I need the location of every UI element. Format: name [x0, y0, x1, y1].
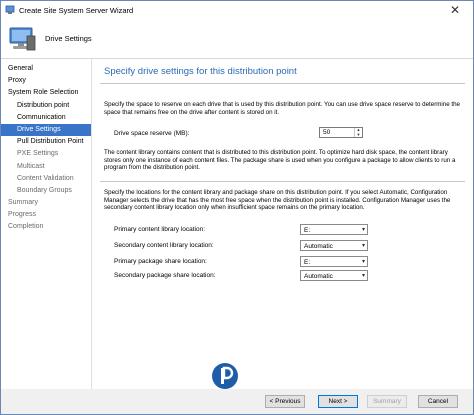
primary-package-share-label: Primary package share location:	[114, 258, 207, 265]
chevron-down-icon: ▾	[361, 243, 365, 249]
nav-item-pull-distribution-point[interactable]: Pull Distribution Point	[1, 136, 91, 148]
reserve-description: Specify the space to reserve on each dri…	[104, 101, 460, 116]
drive-reserve-value: 50	[323, 129, 331, 136]
watermark-logo	[212, 363, 238, 389]
nav-item-system-role-selection[interactable]: System Role Selection	[1, 87, 91, 99]
nav-item-drive-settings[interactable]: Drive Settings	[1, 123, 91, 137]
drive-reserve-label: Drive space reserve (MB):	[114, 130, 190, 137]
close-button[interactable]: ✕	[437, 1, 473, 19]
nav-item-boundary-groups[interactable]: Boundary Groups	[1, 185, 91, 197]
nav-item-pxe-settings[interactable]: PXE Settings	[1, 148, 91, 160]
wizard-window: Create Site System Server Wizard ✕ Drive…	[0, 0, 474, 415]
computer-icon	[9, 27, 36, 51]
select-value: E:	[304, 258, 311, 266]
locations-description: Specify the locations for the content li…	[104, 189, 451, 212]
nav-item-completion[interactable]: Completion	[1, 221, 91, 233]
app-icon	[5, 5, 15, 14]
nav-item-general[interactable]: General	[1, 63, 91, 75]
primary-package-share-select[interactable]: E: ▾	[300, 256, 368, 267]
select-value: Automatic	[304, 272, 333, 280]
nav-item-progress[interactable]: Progress	[1, 209, 91, 221]
main-panel: Specify drive settings for this distribu…	[91, 59, 473, 389]
window-title: Create Site System Server Wizard	[19, 5, 134, 15]
select-value: E:	[304, 226, 311, 234]
select-value: Automatic	[304, 242, 333, 250]
secondary-package-share-select[interactable]: Automatic ▾	[300, 270, 368, 281]
nav-item-content-validation[interactable]: Content Validation	[1, 173, 91, 185]
cancel-button[interactable]: Cancel	[418, 395, 458, 408]
drive-reserve-stepper[interactable]: 50 ▲ ▼	[319, 127, 363, 138]
page-title: Drive Settings	[45, 34, 92, 43]
divider	[100, 83, 465, 84]
nav-item-proxy[interactable]: Proxy	[1, 75, 91, 87]
wizard-footer: < Previous Next > Summary Cancel	[1, 389, 473, 414]
wizard-navigation: General Proxy System Role Selection Distrib…	[1, 59, 91, 389]
primary-content-library-label: Primary content library location:	[114, 226, 206, 233]
title-bar: Create Site System Server Wizard ✕	[1, 1, 473, 19]
chevron-down-icon: ▾	[361, 259, 365, 265]
section-heading: Specify drive settings for this distribu…	[104, 66, 297, 77]
nav-item-distribution-point[interactable]: Distribution point	[1, 100, 91, 112]
secondary-content-library-select[interactable]: Automatic ▾	[300, 240, 368, 251]
chevron-down-icon: ▾	[361, 227, 365, 233]
close-icon: ✕	[449, 3, 461, 17]
secondary-package-share-label: Secondary package share location:	[114, 272, 216, 279]
summary-button[interactable]: Summary	[367, 395, 407, 408]
nav-item-multicast[interactable]: Multicast	[1, 161, 91, 173]
previous-button[interactable]: < Previous	[265, 395, 305, 408]
nav-item-communication[interactable]: Communication	[1, 112, 91, 124]
secondary-content-library-label: Secondary content library location:	[114, 242, 214, 249]
next-button[interactable]: Next >	[318, 395, 358, 408]
nav-item-summary[interactable]: Summary	[1, 197, 91, 209]
divider	[100, 181, 465, 182]
primary-content-library-select[interactable]: E: ▾	[300, 224, 368, 235]
wizard-banner: Drive Settings	[1, 19, 473, 59]
stepper-arrows-icon[interactable]: ▲ ▼	[354, 127, 362, 137]
chevron-down-icon: ▾	[361, 273, 365, 279]
content-library-description: The content library contains content tha…	[104, 149, 456, 172]
